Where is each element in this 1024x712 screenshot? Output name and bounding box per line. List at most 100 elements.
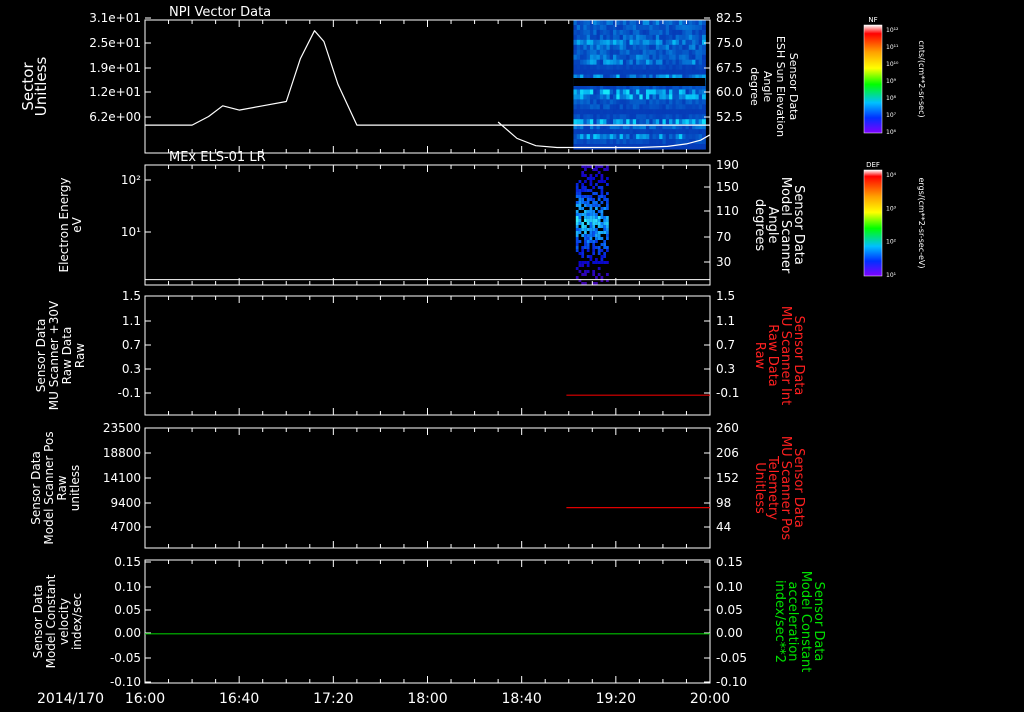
spectrogram-cell (584, 168, 587, 171)
spectrogram-cell (589, 210, 593, 213)
colorbar-unit-label: cnts/(cm**2-sr-sec) (917, 40, 926, 117)
spectrogram-cell (597, 198, 601, 201)
y-tick-label: 1.5 (122, 289, 141, 303)
spectrogram-cell (597, 237, 601, 240)
y-right-axis-label: Sensor DataModel ScannerAngledegrees (752, 177, 806, 274)
y-right-axis-label-line: Sensor Data (787, 53, 800, 120)
x-tick-label: 20:00 (690, 691, 730, 707)
spectrogram-cell (603, 261, 607, 264)
spectrogram-cell (575, 237, 579, 240)
spectrogram-cell (701, 54, 706, 61)
spectrogram-cell (581, 264, 585, 267)
spectrogram-cell (581, 249, 585, 252)
spectrogram-cell (597, 234, 601, 237)
spectrogram-cell (600, 249, 604, 252)
spectrogram-cell (592, 198, 596, 201)
spectrogram-cell (606, 246, 609, 249)
spectrogram-cell (584, 228, 587, 231)
y-right-tick-label: 98 (716, 496, 731, 510)
spectrogram-cell (595, 258, 598, 261)
spectrogram-cell (606, 216, 609, 219)
spectrogram-cell (603, 198, 607, 201)
spectrogram-cell (589, 258, 593, 261)
spectrogram-cell (600, 237, 604, 240)
spectrogram-cell (597, 204, 601, 207)
spectrogram-cell (603, 252, 607, 255)
spectrogram-cell (603, 222, 607, 225)
spectrogram-cell (578, 189, 582, 192)
spectrogram-cell (575, 240, 579, 243)
y-tick-label: 1.1 (122, 314, 141, 328)
spectrogram-cell (603, 219, 607, 222)
spectrogram-cell (595, 276, 598, 279)
spectrogram-cell (581, 201, 585, 204)
spectrogram-cell (589, 225, 593, 228)
spectrogram-cell (589, 240, 593, 243)
spectrogram-cell (701, 129, 706, 135)
colorbar-title: NF (868, 16, 877, 24)
spectrogram-cell (600, 276, 604, 279)
spectrogram-cell (578, 180, 582, 183)
spectrogram-cell (595, 231, 598, 234)
spectrogram-cell (578, 198, 582, 201)
spectrogram-cell (584, 216, 587, 219)
spectrogram-cell (592, 252, 596, 255)
spectrogram-cell (600, 216, 604, 219)
spectrogram-cell (701, 44, 706, 51)
spectrogram-cell (592, 204, 596, 207)
spectrogram-cell (575, 234, 579, 237)
spectrogram-cell (597, 180, 601, 183)
spectrogram-cell (600, 192, 604, 195)
spectrogram-cell (597, 267, 601, 270)
spectrogram-cell (586, 213, 590, 216)
spectrogram-cell (575, 246, 579, 249)
spectrogram-cell (592, 213, 596, 216)
spectrogram-cell (589, 207, 593, 210)
y-right-tick-label: 0.05 (716, 603, 743, 617)
spectrogram-cell (589, 222, 593, 225)
spectrogram-cell (600, 210, 604, 213)
y-axis-label: Sensor DataModel Constantvelocityindex/s… (31, 574, 84, 668)
y-axis-label-line: unitless (68, 465, 82, 511)
spectrogram-cell (592, 228, 596, 231)
spectrogram-cell (584, 210, 587, 213)
spectrogram-cell (575, 267, 579, 270)
y-right-axis-label-line: ESH Sun Elevation (774, 36, 787, 137)
spectrogram-cell (581, 174, 585, 177)
spectrogram-cell (606, 168, 609, 171)
spectrogram-cell (592, 210, 596, 213)
spectrogram-cell (606, 222, 609, 225)
spectrogram-cell (595, 237, 598, 240)
y-axis-label-line: Raw Data (60, 327, 74, 385)
spectrogram-cell (575, 249, 579, 252)
spectrogram-cell (578, 192, 582, 195)
spectrogram-cell (701, 29, 706, 36)
spectrogram-cell (586, 216, 590, 219)
spectrogram-cell (581, 234, 585, 237)
spectrogram-cell (584, 174, 587, 177)
colorbar-tick-label: 10¹⁰ (886, 61, 899, 68)
spectrogram-cell (589, 255, 593, 258)
y-tick-label: -0.1 (118, 386, 141, 400)
y-axis-label-line: MU Scanner +30V (47, 300, 61, 410)
spectrogram-cell (575, 219, 579, 222)
spectrogram-cell (603, 195, 607, 198)
spectrogram-cell (595, 168, 598, 171)
spectrogram-cell (597, 252, 601, 255)
spectrogram-cell (589, 180, 593, 183)
spectrogram-cell (606, 273, 609, 276)
spectrogram-cell (575, 222, 579, 225)
spectrogram-cell (701, 144, 706, 150)
spectrogram-cell (586, 204, 590, 207)
spectrogram-cell (586, 243, 590, 246)
spectrogram-cell (575, 210, 579, 213)
spectrogram-cell (586, 270, 590, 273)
spectrogram-cell (586, 198, 590, 201)
spectrogram-cell (592, 225, 596, 228)
spectrogram-cell (592, 240, 596, 243)
colorbar-tick-label: 10³ (886, 205, 897, 212)
spectrogram-cell (600, 222, 604, 225)
colorbar-tick-label: 10⁷ (886, 112, 897, 119)
y-right-tick-label: -0.05 (716, 651, 747, 665)
spectrogram-cell (595, 213, 598, 216)
